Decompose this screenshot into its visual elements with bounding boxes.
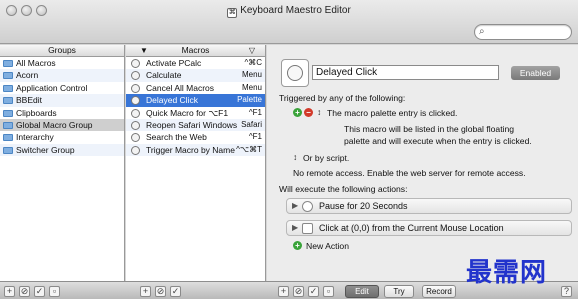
group-item[interactable]: Clipboards <box>0 107 124 119</box>
macro-item[interactable]: Trigger Macro by Name ^⌥⌘T <box>126 143 265 157</box>
group-item[interactable]: BBEdit <box>0 94 124 107</box>
sort-down-icon[interactable]: ▼ <box>140 45 148 56</box>
macro-item[interactable]: Activate PCalc ^⌘C <box>126 57 265 69</box>
add-action-button[interactable]: + <box>278 286 289 297</box>
window-title: ⌘ Keyboard Maestro Editor <box>227 5 351 18</box>
folder-icon <box>3 84 13 92</box>
edit-button[interactable]: Edit <box>345 285 379 298</box>
folder-icon <box>3 60 13 67</box>
macro-icon-well[interactable] <box>281 59 309 87</box>
macro-icon <box>131 145 140 155</box>
groups-pane: Groups All Macros Acorn Application Cont… <box>0 45 125 281</box>
macro-item-selected[interactable]: Delayed Click Palette <box>126 94 265 107</box>
record-button[interactable]: Record <box>422 285 456 298</box>
group-item-selected[interactable]: Global Macro Group <box>0 118 124 132</box>
action-click[interactable]: ▶ Click at (0,0) from the Current Mouse … <box>286 220 572 236</box>
enable-macro-button[interactable]: ✓ <box>170 286 181 297</box>
macro-item[interactable]: Reopen Safari Windows Safari <box>126 118 265 132</box>
group-item[interactable]: Application Control <box>0 82 124 94</box>
disclosure-triangle-icon[interactable]: ▶ <box>292 223 298 232</box>
try-button[interactable]: Try <box>384 285 414 298</box>
remove-trigger-button[interactable]: − <box>304 108 313 117</box>
group-item[interactable]: Acorn <box>0 69 124 82</box>
folder-icon <box>3 109 13 117</box>
mouse-icon <box>302 223 313 234</box>
group-settings-button[interactable]: ▫ <box>49 286 60 297</box>
clock-icon <box>131 96 140 106</box>
add-group-button[interactable]: + <box>4 286 15 297</box>
macro-icon <box>131 59 140 68</box>
disable-macro-button[interactable]: ⊘ <box>155 286 166 297</box>
enabled-toggle[interactable]: Enabled <box>511 66 560 80</box>
add-macro-button[interactable]: + <box>140 286 151 297</box>
remote-access-text: No remote access. Enable the web server … <box>293 168 526 178</box>
search-icon: ⌕ <box>479 26 485 37</box>
script-popup-icon[interactable]: ↕ <box>293 152 297 162</box>
trigger-text: The macro palette entry is clicked. <box>327 108 458 118</box>
enable-action-button[interactable]: ✓ <box>308 286 319 297</box>
new-action-icon[interactable]: + <box>293 241 302 250</box>
group-item[interactable]: Interarchy <box>0 131 124 143</box>
macro-item[interactable]: Calculate Menu <box>126 69 265 82</box>
enable-group-button[interactable]: ✓ <box>34 286 45 297</box>
macro-icon <box>131 120 140 130</box>
macro-item[interactable]: Cancel All Macros Menu <box>126 82 265 94</box>
trigger-description-line-1: This macro will be listed in the global … <box>344 124 515 134</box>
trigger-description-line-2: palette and will execute when the entry … <box>344 136 532 146</box>
group-item[interactable]: All Macros <box>0 57 124 69</box>
app-icon: ⌘ <box>227 8 238 18</box>
macro-icon <box>131 108 140 118</box>
disable-group-button[interactable]: ⊘ <box>19 286 30 297</box>
macro-editor: Delayed Click Enabled Triggered by any o… <box>267 45 578 281</box>
filter-triangle-icon[interactable]: ▽ <box>249 45 255 56</box>
disable-action-button[interactable]: ⊘ <box>293 286 304 297</box>
actions-label: Will execute the following actions: <box>279 184 408 194</box>
watermark: 最需网 <box>466 258 548 288</box>
macro-icon <box>131 71 140 81</box>
macro-item[interactable]: Search the Web ^F1 <box>126 131 265 143</box>
triggered-label: Triggered by any of the following: <box>279 93 406 103</box>
macros-pane: ▼ Macros ▽ Activate PCalc ^⌘C Calculate Me… <box>126 45 266 281</box>
folder-icon <box>3 97 13 105</box>
new-action-button[interactable]: New Action <box>306 241 349 251</box>
action-pause[interactable]: ▶ Pause for 20 Seconds <box>286 198 572 214</box>
folder-icon <box>3 121 13 129</box>
clock-icon <box>302 201 313 212</box>
search-field[interactable]: ⌕ <box>474 24 572 40</box>
group-item[interactable]: Switcher Group <box>0 143 124 157</box>
trigger-type-popup-icon[interactable]: ↕ <box>317 107 321 117</box>
macro-icon <box>131 83 140 93</box>
folder-icon <box>3 72 13 80</box>
macros-header[interactable]: ▼ Macros ▽ <box>126 45 265 57</box>
macro-icon <box>131 133 140 143</box>
action-settings-button[interactable]: ▫ <box>323 286 334 297</box>
folder-icon <box>3 146 13 154</box>
macro-name-field[interactable]: Delayed Click <box>312 65 499 80</box>
macro-item[interactable]: Quick Macro for ⌥F1 ^F1 <box>126 107 265 119</box>
help-button[interactable]: ? <box>561 286 572 297</box>
groups-header[interactable]: Groups <box>0 45 124 57</box>
disclosure-triangle-icon[interactable]: ▶ <box>292 201 298 210</box>
clock-icon <box>287 65 303 81</box>
or-by-script[interactable]: Or by script. <box>303 153 349 163</box>
title-bar: ⌘ Keyboard Maestro Editor ⌕ <box>0 0 578 44</box>
add-trigger-button[interactable]: + <box>293 108 302 117</box>
search-input[interactable] <box>493 26 567 38</box>
folder-icon <box>3 134 13 142</box>
